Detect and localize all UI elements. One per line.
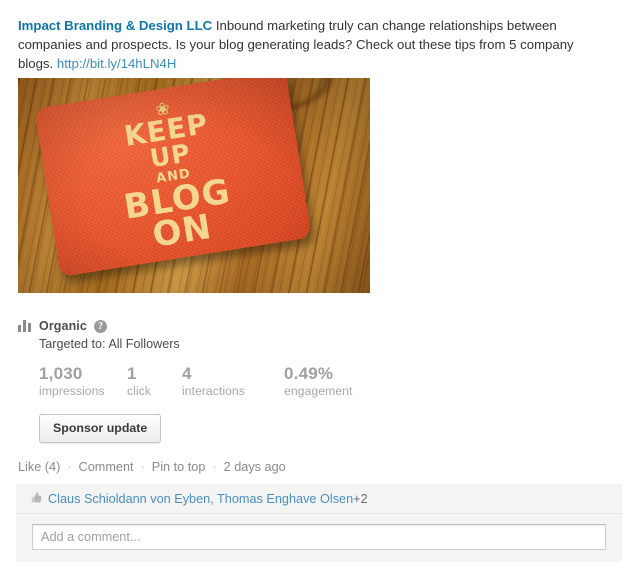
metric-label: impressions bbox=[39, 384, 105, 398]
metric-value: 0.49% bbox=[284, 364, 334, 383]
photo-vignette bbox=[18, 78, 370, 293]
comment-row bbox=[16, 514, 622, 562]
likers-more-count[interactable]: +2 bbox=[353, 492, 367, 506]
sponsor-update-button[interactable]: Sponsor update bbox=[39, 414, 162, 443]
bar-chart-icon bbox=[18, 320, 32, 332]
pin-to-top-link[interactable]: Pin to top bbox=[152, 460, 206, 474]
thumbs-up-icon bbox=[26, 491, 48, 507]
post-photo[interactable]: ❀ KEEP UP AND BLOG ON bbox=[18, 78, 370, 293]
statistics-header: Organic ? bbox=[18, 318, 618, 334]
post-shortlink[interactable]: http://bit.ly/14hLN4H bbox=[57, 56, 177, 71]
targeting-label: Targeted to: All Followers bbox=[39, 337, 180, 351]
metrics-row: 1,030 impressions 1 click 4 interactions… bbox=[39, 364, 618, 399]
reach-type-label: Organic bbox=[39, 319, 87, 333]
likers-names: Claus Schioldann von Eyben, Thomas Engha… bbox=[48, 492, 368, 506]
metric-label: engagement bbox=[284, 384, 353, 398]
separator: · bbox=[140, 460, 145, 474]
metric-clicks: 1 click bbox=[127, 364, 182, 399]
social-action-bar: Like (4) · Comment · Pin to top · 2 days… bbox=[18, 460, 286, 474]
post-timestamp: 2 days ago bbox=[223, 460, 286, 474]
update-statistics: Organic ? Targeted to: All Followers 1,0… bbox=[18, 318, 618, 399]
comment-link[interactable]: Comment bbox=[79, 460, 134, 474]
help-icon[interactable]: ? bbox=[93, 319, 107, 333]
metric-value: 4 bbox=[182, 364, 192, 383]
separator: · bbox=[212, 460, 217, 474]
metric-value: 1,030 bbox=[39, 364, 83, 383]
company-name-link[interactable]: Impact Branding & Design LLC bbox=[18, 18, 212, 33]
metric-interactions: 4 interactions bbox=[182, 364, 284, 399]
likers-row: Claus Schioldann von Eyben, Thomas Engha… bbox=[16, 484, 622, 514]
add-comment-input[interactable] bbox=[32, 524, 606, 550]
metric-label: click bbox=[127, 384, 151, 398]
metric-label: interactions bbox=[182, 384, 245, 398]
metric-engagement: 0.49% engagement bbox=[284, 364, 394, 399]
company-update-card: Impact Branding & Design LLC Inbound mar… bbox=[0, 0, 639, 581]
post-text: Impact Branding & Design LLC Inbound mar… bbox=[18, 16, 588, 73]
liker-names-link[interactable]: Claus Schioldann von Eyben, Thomas Engha… bbox=[48, 492, 353, 506]
metric-value: 1 bbox=[127, 364, 137, 383]
separator: · bbox=[67, 460, 72, 474]
like-link[interactable]: Like (4) bbox=[18, 460, 60, 474]
metric-impressions: 1,030 impressions bbox=[39, 364, 127, 399]
